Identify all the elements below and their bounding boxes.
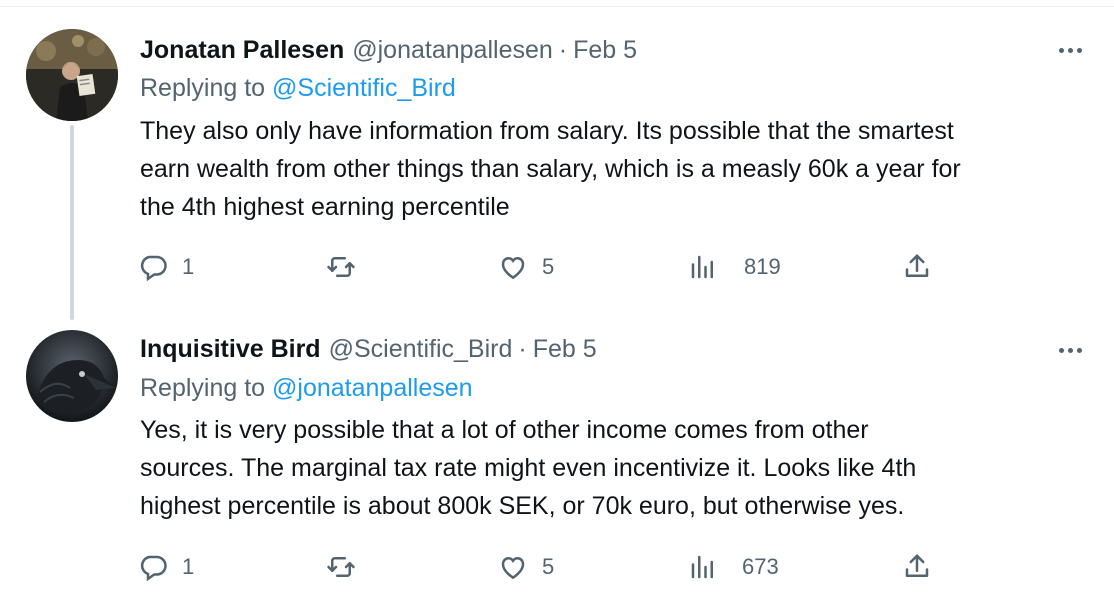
views-icon — [688, 252, 718, 282]
tweet-date[interactable]: Feb 5 — [573, 36, 637, 65]
author-handle[interactable]: @Scientific_Bird — [329, 335, 513, 364]
reply-icon — [138, 552, 168, 582]
replying-to: Replying to @Scientific_Bird — [140, 74, 456, 103]
more-icon[interactable] — [1052, 335, 1088, 365]
like-button[interactable]: 5 — [498, 247, 554, 287]
share-button[interactable] — [902, 547, 932, 587]
tweet-date[interactable]: Feb 5 — [533, 335, 597, 364]
heart-icon — [498, 552, 528, 582]
tweet-header: Inquisitive Bird @Scientific_Bird · Feb … — [140, 332, 597, 366]
tweet-text-line: the 4th highest earning percentile — [140, 193, 510, 221]
like-button[interactable]: 5 — [498, 547, 554, 587]
views-button[interactable]: 819 — [688, 247, 781, 287]
tweet-text-line: earn wealth from other things than salar… — [140, 155, 961, 183]
like-count: 5 — [542, 254, 555, 279]
author-name[interactable]: Jonatan Pallesen — [140, 36, 344, 65]
tweet-text-line: highest percentile is about 800k SEK, or… — [140, 492, 905, 520]
author-name[interactable]: Inquisitive Bird — [140, 335, 321, 364]
reply-button[interactable]: 1 — [138, 247, 194, 287]
views-button[interactable]: 673 — [688, 547, 779, 587]
reply-icon — [138, 252, 168, 282]
share-button[interactable] — [902, 247, 932, 287]
tweet-inquisitive-bird[interactable]: Inquisitive Bird @Scientific_Bird · Feb … — [0, 300, 1114, 600]
heart-icon — [498, 252, 528, 282]
thread-connector-line — [70, 125, 74, 320]
replying-to-prefix: Replying to — [140, 74, 266, 102]
more-icon[interactable] — [1052, 35, 1088, 65]
retweet-button[interactable] — [326, 247, 356, 287]
reply-button[interactable]: 1 — [138, 547, 194, 587]
tweet-text-line: Yes, it is very possible that a lot of o… — [140, 416, 869, 444]
raven-avatar[interactable] — [26, 330, 118, 422]
user-photo-avatar[interactable] — [26, 29, 118, 121]
tweet-text-line: They also only have information from sal… — [140, 117, 954, 145]
tweet-header: Jonatan Pallesen @jonatanpallesen · Feb … — [140, 33, 637, 67]
action-bar: 1 5 673 — [138, 547, 958, 587]
reply-count: 1 — [182, 254, 195, 279]
tweet-jonatan-pallesen[interactable]: Jonatan Pallesen @jonatanpallesen · Feb … — [0, 0, 1114, 320]
view-count: 673 — [742, 554, 779, 579]
replying-to: Replying to @jonatanpallesen — [140, 374, 473, 403]
separator-dot: · — [558, 35, 568, 64]
tweet-text-line: sources. The marginal tax rate might eve… — [140, 454, 917, 482]
replying-to-prefix: Replying to — [140, 374, 266, 402]
views-icon — [688, 552, 718, 582]
replying-to-link[interactable]: @jonatanpallesen — [272, 374, 473, 402]
tweet-text: They also only have information from sal… — [140, 112, 1100, 226]
retweet-icon — [326, 552, 356, 582]
replying-to-link[interactable]: @Scientific_Bird — [272, 74, 456, 102]
share-icon — [902, 252, 932, 282]
retweet-icon — [326, 252, 356, 282]
reply-count: 1 — [182, 554, 195, 579]
like-count: 5 — [542, 554, 555, 579]
action-bar: 1 5 819 — [138, 247, 958, 287]
retweet-button[interactable] — [326, 547, 356, 587]
author-handle[interactable]: @jonatanpallesen — [352, 36, 553, 65]
tweet-text: Yes, it is very possible that a lot of o… — [140, 411, 1100, 525]
separator-dot: · — [518, 334, 527, 363]
view-count: 819 — [744, 254, 781, 279]
share-icon — [902, 552, 932, 582]
